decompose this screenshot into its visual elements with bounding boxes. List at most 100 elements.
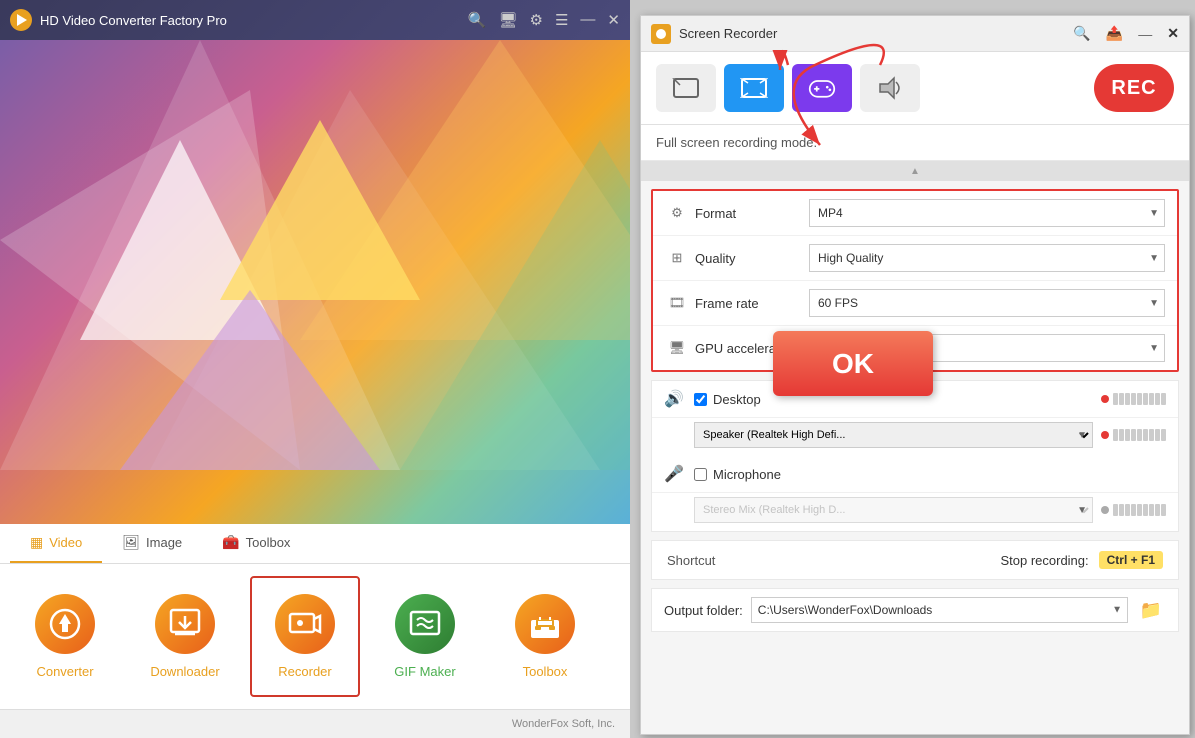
shortcut-label: Shortcut [667,553,715,568]
vol-seg-4 [1131,393,1136,405]
d-seg-5 [1137,429,1142,441]
tab-video[interactable]: ▦ Video [10,524,102,563]
quality-select[interactable]: High Quality Medium Quality Low Quality [809,244,1165,272]
desktop-device-dot [1101,431,1109,439]
format-select-wrapper: MP4 AVI MOV ▼ [809,199,1165,227]
format-label: Format [689,206,809,221]
shortcut-section: Shortcut Stop recording: Ctrl + F1 [651,540,1179,580]
framerate-icon: 🎞 [665,295,689,311]
toolbox-tab-icon: 🧰 [222,534,239,551]
shortcut-action: Stop recording: [1000,553,1088,568]
gif-maker-icon [395,594,455,654]
rec-tab-game[interactable] [792,64,852,112]
image-tab-label: Image [146,535,182,550]
desktop-volume-segments [1113,393,1166,405]
converter-icon [35,594,95,654]
microphone-label: Microphone [713,467,781,482]
recorder-logo [651,24,671,44]
audio-section: 🔊 Desktop [651,380,1179,532]
scroll-indicator[interactable] [641,161,1189,181]
microphone-device-select-wrapper: Stereo Mix (Realtek High D... ▼ [694,497,1093,523]
footer-brand: WonderFox Soft, Inc. [512,718,615,730]
vol-seg-9 [1161,393,1166,405]
m-seg-4 [1131,504,1136,516]
microphone-audio-row: 🎤 Microphone [652,456,1178,493]
desktop-device-volume [1101,429,1166,441]
tools-row: Converter Downloader Recorder [0,564,630,709]
vol-seg-3 [1125,393,1130,405]
quality-label: Quality [689,251,809,266]
microphone-checkbox-label[interactable]: Microphone [694,467,781,482]
tool-gif-maker[interactable]: GIF Maker [370,576,480,697]
output-path-input[interactable] [751,597,1128,623]
recorder-label: Recorder [278,664,331,679]
d-seg-2 [1119,429,1124,441]
microphone-checkbox[interactable] [694,468,707,481]
desktop-device-select-wrapper: Speaker (Realtek High Defi... ▼ [694,422,1093,448]
shortcut-key: Ctrl + F1 [1099,551,1163,569]
output-folder-button[interactable]: 📁 [1136,597,1166,623]
menu-icon[interactable]: ☰ [555,11,568,29]
microphone-device-select[interactable]: Stereo Mix (Realtek High D... [694,497,1093,523]
rec-tab-fullscreen[interactable] [724,64,784,112]
vol-seg-5 [1137,393,1142,405]
vol-seg-6 [1143,393,1148,405]
video-tab-icon: ▦ [30,534,43,551]
main-background [0,40,630,524]
close-icon[interactable]: ✕ [607,11,620,29]
m-seg-1 [1113,504,1118,516]
app-title: HD Video Converter Factory Pro [40,13,468,28]
rec-tab-custom[interactable] [656,64,716,112]
framerate-row: 🎞 Frame rate 60 FPS 30 FPS 24 FPS ▼ OK [653,281,1177,326]
d-seg-7 [1149,429,1154,441]
recorder-search-icon[interactable]: 🔍 [1073,25,1090,42]
tab-image[interactable]: 🖼 Image [102,524,202,563]
m-seg-9 [1161,504,1166,516]
quality-select-wrapper: High Quality Medium Quality Low Quality … [809,244,1165,272]
vol-seg-7 [1149,393,1154,405]
settings-icon[interactable]: ⚙ [530,11,543,29]
downloader-icon [155,594,215,654]
tool-downloader[interactable]: Downloader [130,576,240,697]
rec-record-button[interactable]: REC [1094,64,1174,112]
recorder-title: Screen Recorder [679,26,1073,41]
desktop-checkbox[interactable] [694,393,707,406]
rec-tab-audio[interactable] [860,64,920,112]
microphone-device-row: Stereo Mix (Realtek High D... ▼ [652,493,1178,531]
recorder-close-icon[interactable]: ✕ [1167,25,1179,42]
output-label: Output folder: [664,603,743,618]
main-app-window: HD Video Converter Factory Pro 🔍 🖥 ⚙ ☰ —… [0,0,630,738]
toolbox-tab-label: Toolbox [246,535,291,550]
m-seg-6 [1143,504,1148,516]
d-seg-8 [1155,429,1160,441]
title-bar-controls: 🔍 🖥 ⚙ ☰ — ✕ [468,11,620,29]
recorder-mode-description: Full screen recording mode. [641,125,1189,161]
recorder-share-icon[interactable]: 📤 [1106,25,1123,42]
desktop-device-select[interactable]: Speaker (Realtek High Defi... [694,422,1093,448]
vol-seg-2 [1119,393,1124,405]
ok-button[interactable]: OK [773,331,933,396]
d-seg-9 [1161,429,1166,441]
tab-bar: ▦ Video 🖼 Image 🧰 Toolbox [0,524,630,564]
tab-toolbox[interactable]: 🧰 Toolbox [202,524,310,563]
ok-button-label: OK [832,348,874,380]
d-seg-3 [1125,429,1130,441]
vol-seg-1 [1113,393,1118,405]
desktop-volume-bar [1101,393,1166,405]
vol-seg-8 [1155,393,1160,405]
desktop-device-segments [1113,429,1166,441]
monitor-icon[interactable]: 🖥 [498,11,517,29]
minimize-icon[interactable]: — [580,11,595,29]
tool-converter[interactable]: Converter [10,576,120,697]
search-icon[interactable]: 🔍 [468,11,487,29]
recorder-window: Screen Recorder 🔍 📤 — ✕ [640,15,1190,735]
desktop-checkbox-label[interactable]: Desktop [694,392,761,407]
format-select[interactable]: MP4 AVI MOV [809,199,1165,227]
recorder-minimize-icon[interactable]: — [1138,26,1152,42]
format-icon: ⚙ [665,205,689,221]
gpu-icon: 🖥 [665,340,689,356]
tool-toolbox[interactable]: Toolbox [490,576,600,697]
d-seg-1 [1113,429,1118,441]
framerate-select[interactable]: 60 FPS 30 FPS 24 FPS [809,289,1165,317]
tool-recorder[interactable]: Recorder [250,576,360,697]
